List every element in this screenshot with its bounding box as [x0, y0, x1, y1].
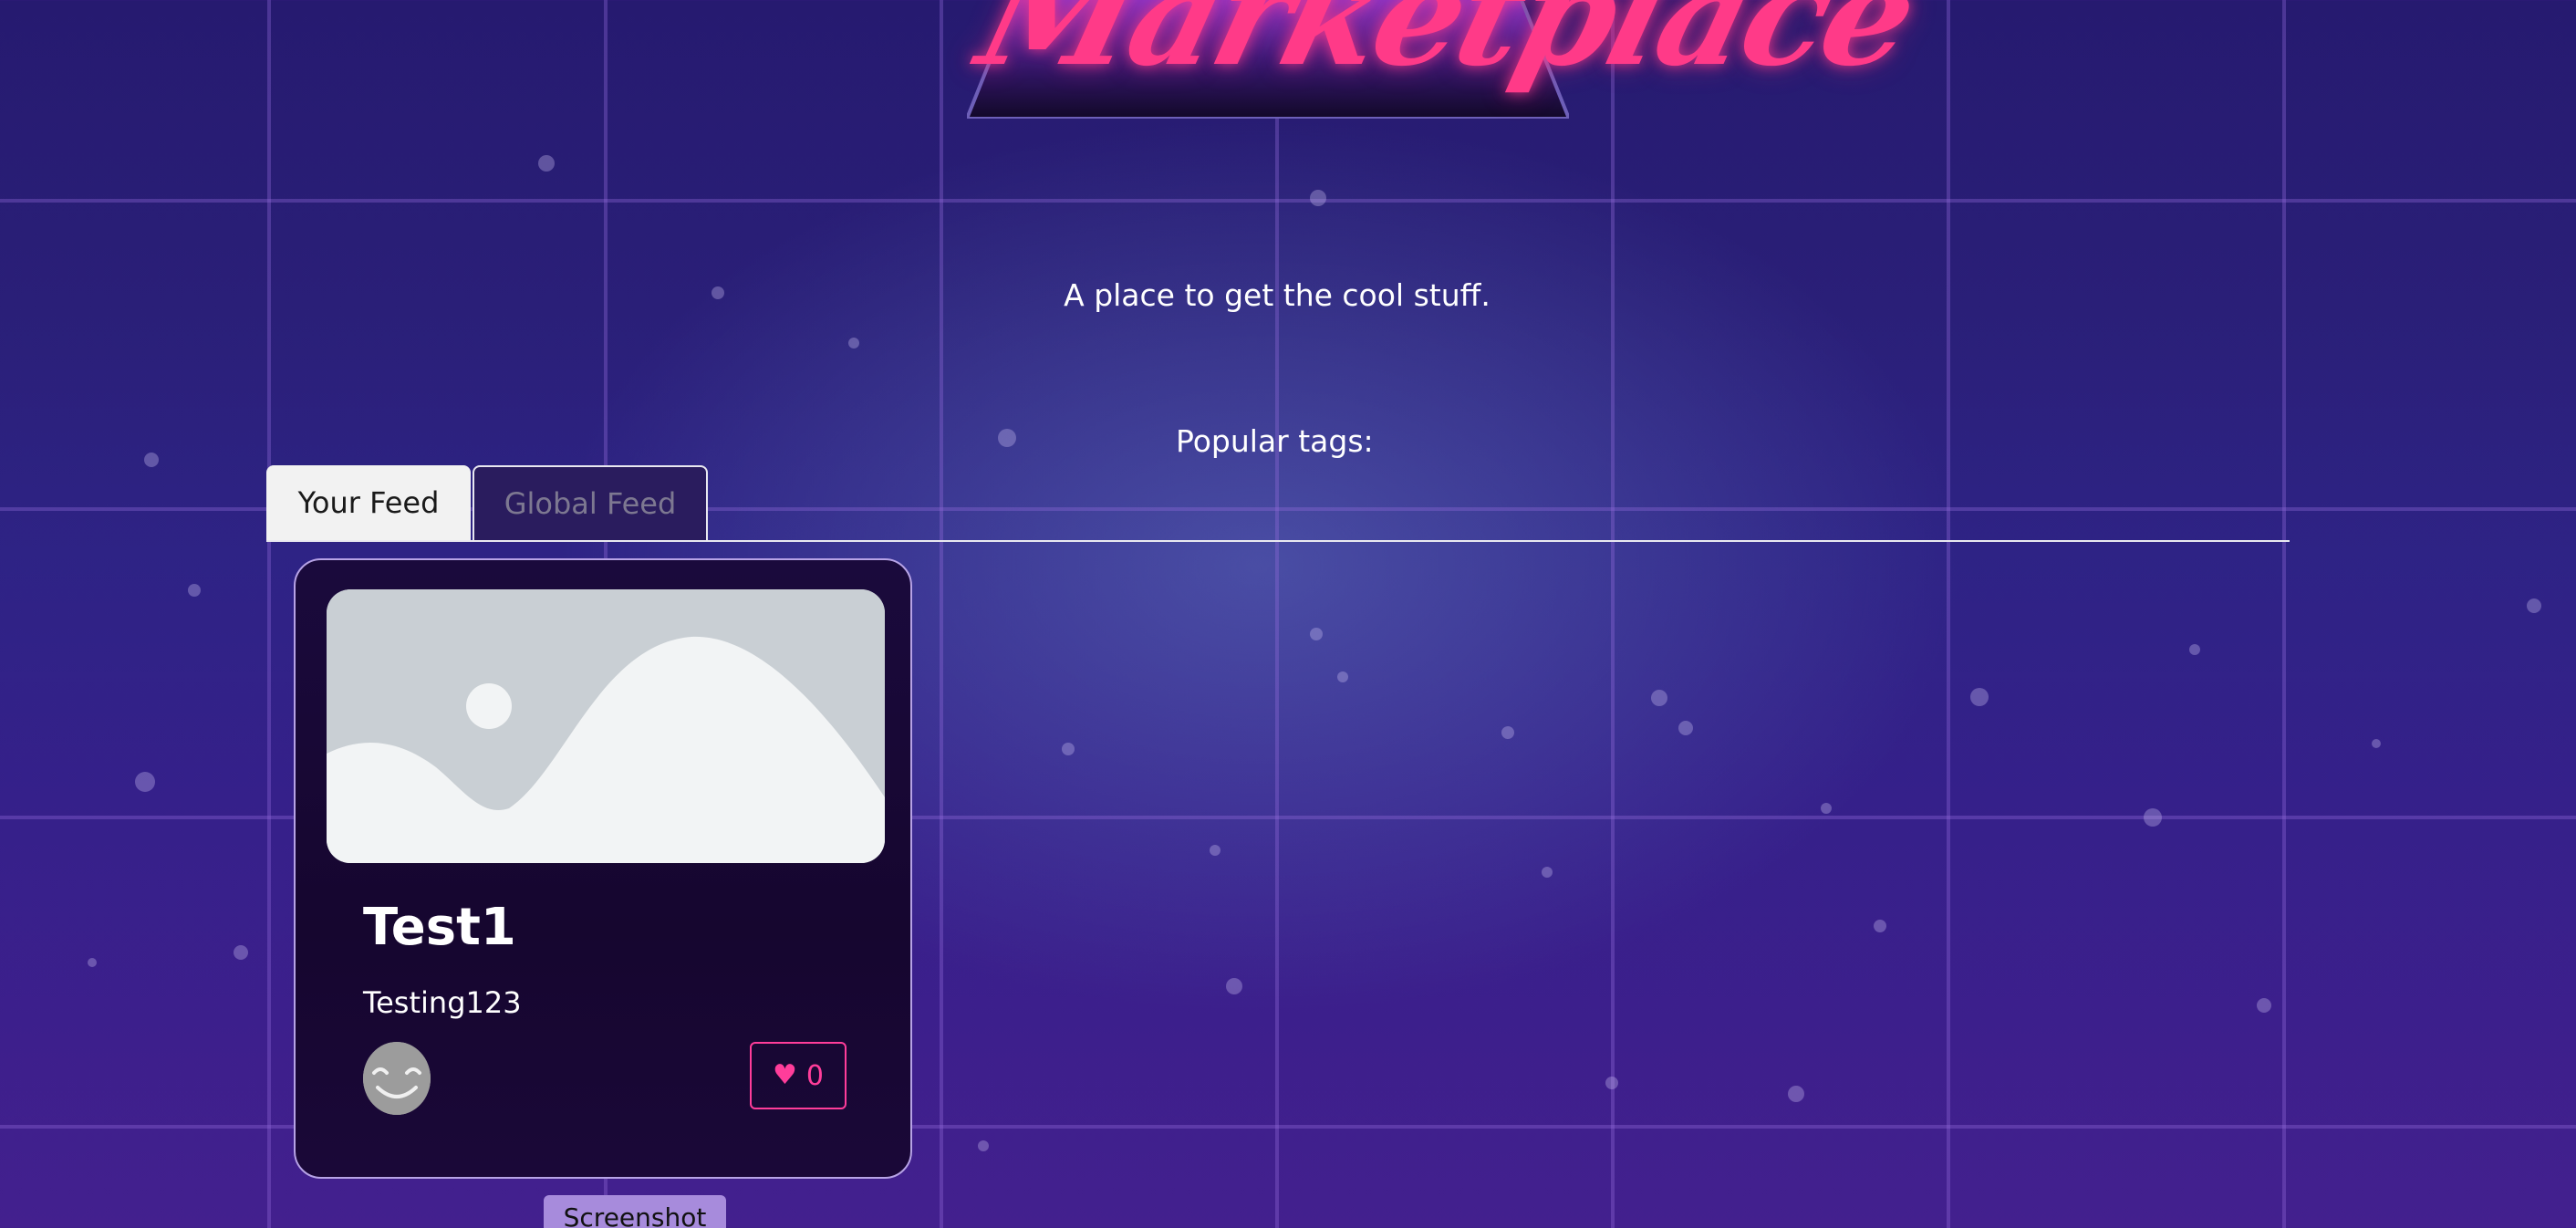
marketplace-logo[interactable]: Marketplace [930, 0, 1929, 155]
like-button[interactable]: ♥ 0 [750, 1042, 847, 1109]
heart-icon: ♥ [773, 1059, 797, 1091]
like-count: 0 [805, 1059, 824, 1092]
tab-global-feed[interactable]: Global Feed [473, 465, 708, 540]
smiley-avatar-icon[interactable] [363, 1042, 431, 1115]
feed-tabs: Your Feed Global Feed [266, 465, 2290, 542]
logo-text: Marketplace [965, 0, 1929, 97]
card-title[interactable]: Test1 [363, 898, 516, 957]
card-description: Testing123 [363, 985, 522, 1020]
screenshot-button[interactable]: Screenshot [544, 1195, 726, 1228]
popular-tags-heading: Popular tags: [1176, 423, 1374, 459]
tagline: A place to get the cool stuff. [1064, 277, 1491, 313]
tab-your-feed[interactable]: Your Feed [266, 465, 471, 540]
image-placeholder-icon [327, 589, 885, 863]
product-card[interactable]: Test1 Testing123 ♥ 0 [294, 558, 912, 1179]
